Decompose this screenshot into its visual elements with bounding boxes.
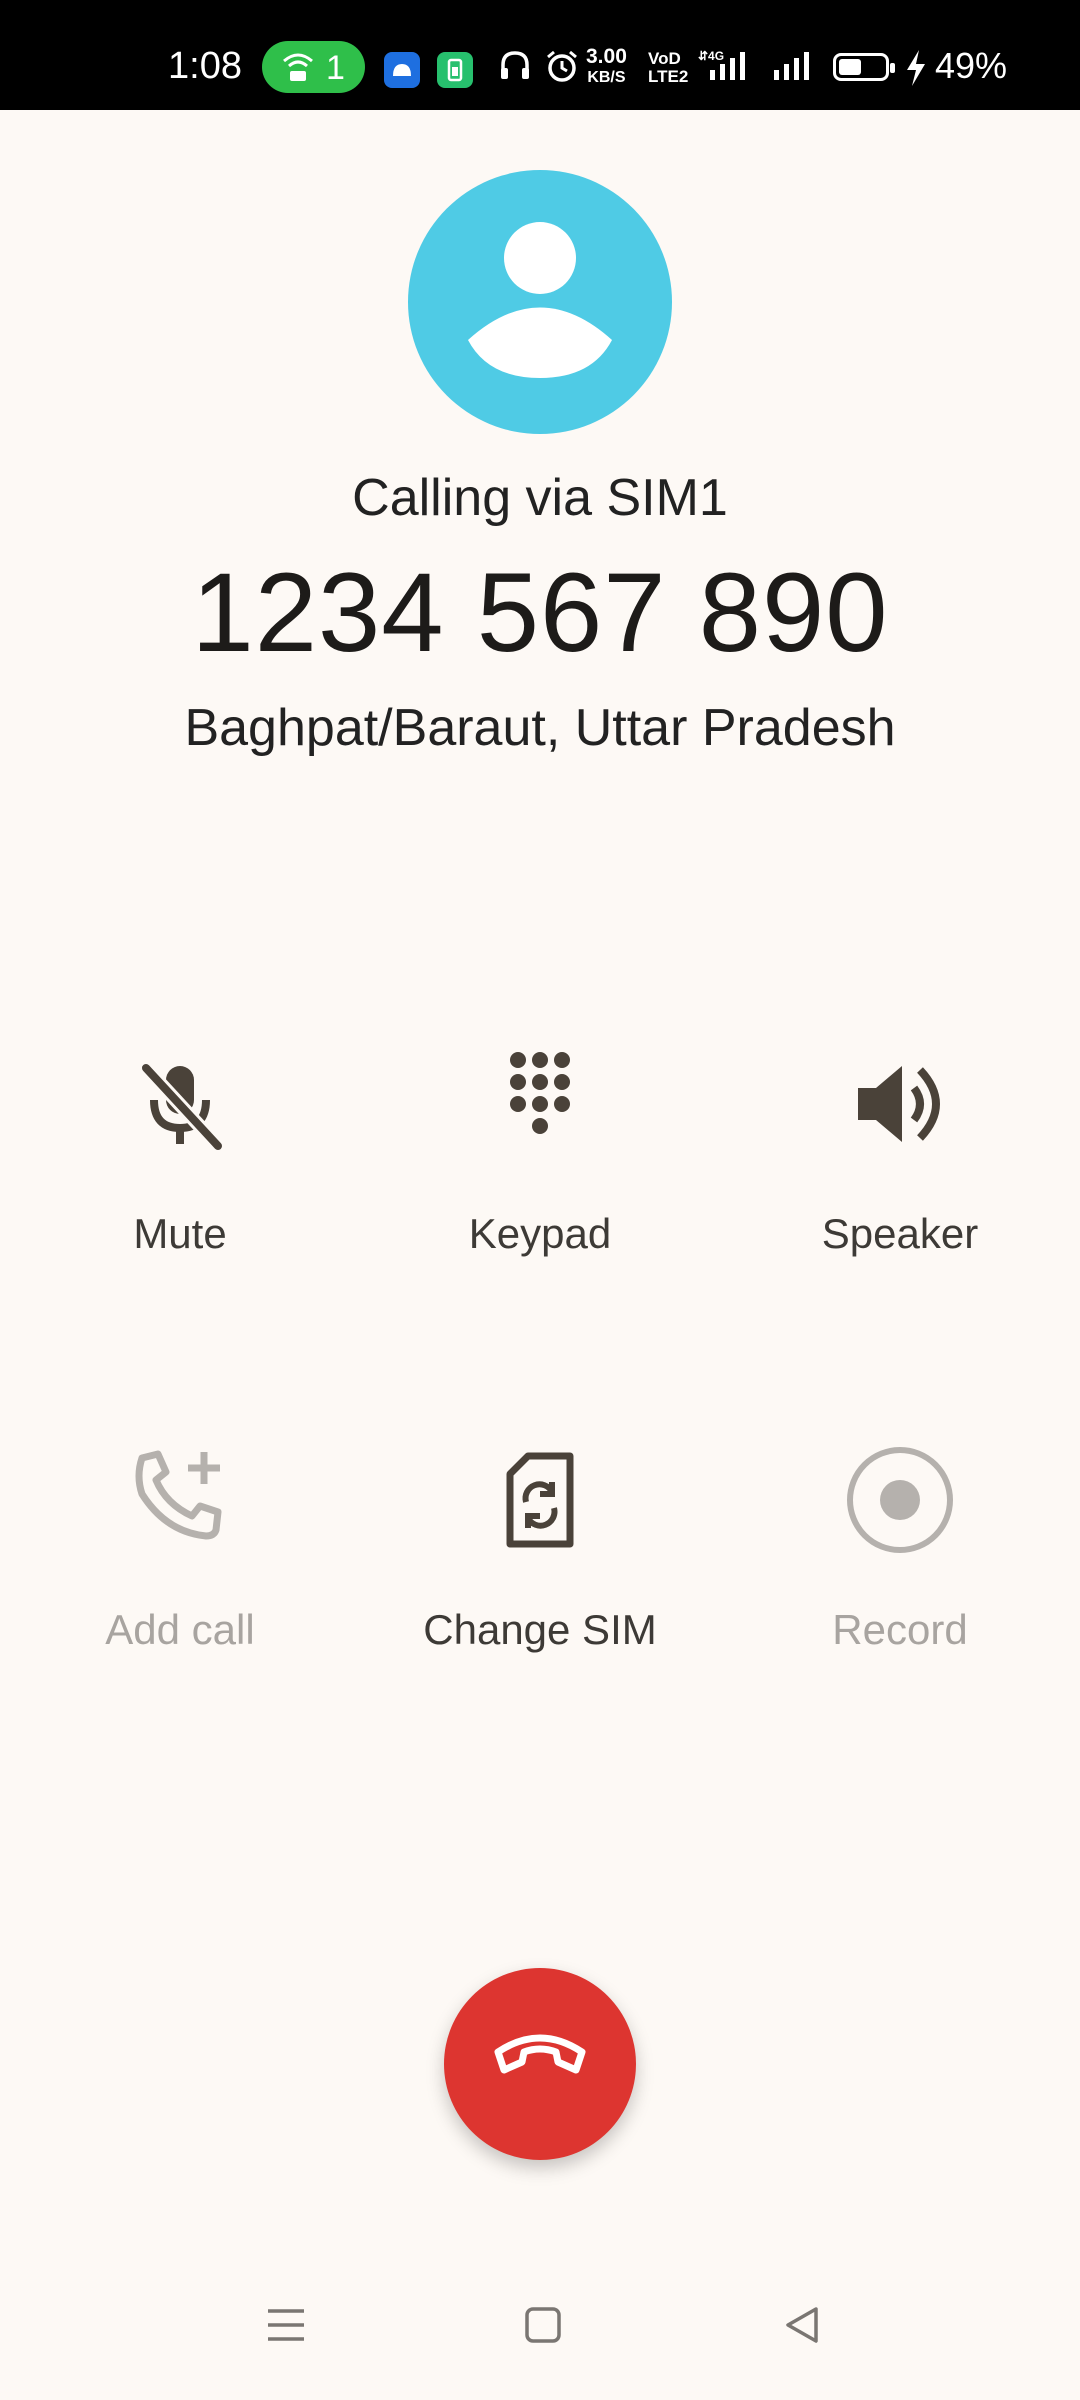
mute-label: Mute <box>133 1210 227 1257</box>
add-call-icon <box>135 1450 222 1540</box>
hang-up-icon <box>494 2034 586 2074</box>
speaker-label: Speaker <box>821 1210 979 1257</box>
speaker-button[interactable]: Speaker <box>750 1044 1050 1258</box>
speaker-icon <box>858 1066 940 1142</box>
mic-off-icon <box>140 1063 224 1151</box>
record-label: Record <box>832 1606 968 1653</box>
keypad-label: Keypad <box>468 1210 612 1257</box>
keypad-button[interactable]: Keypad <box>390 1044 690 1258</box>
back-icon[interactable] <box>782 2305 822 2345</box>
headphones-icon <box>501 51 529 79</box>
home-icon[interactable] <box>523 2305 563 2345</box>
charging-icon <box>907 50 925 86</box>
volte-indicator: VoD LTE2 <box>648 49 689 86</box>
network-speed: 3.00 KB/S <box>586 45 627 86</box>
hotspot-icon <box>283 53 313 81</box>
person-icon <box>468 222 612 378</box>
phone-number: 1234 567 890 <box>191 550 889 675</box>
record-button[interactable]: Record <box>750 1440 1050 1654</box>
android-app-icon <box>384 52 420 88</box>
svg-text:⇵4G: ⇵4G <box>698 49 724 63</box>
status-bar: 1:08 1 3.00 KB/S VoD LTE2 ⇵4G 49% <box>0 0 1080 110</box>
battery-app-icon <box>437 52 473 88</box>
dialpad-icon <box>510 1052 570 1134</box>
status-time: 1:08 <box>168 45 242 87</box>
change-sim-button[interactable]: Change SIM <box>390 1440 690 1654</box>
battery-percent: 49% <box>935 45 1008 86</box>
calling-via-label: Calling via SIM1 <box>352 469 728 527</box>
hotspot-pill[interactable]: 1 <box>262 41 365 93</box>
caller-location: Baghpat/Baraut, Uttar Pradesh <box>184 699 896 757</box>
menu-icon[interactable] <box>266 2305 306 2345</box>
change-sim-label: Change SIM <box>423 1606 657 1653</box>
end-call-button[interactable] <box>444 1968 636 2160</box>
alarm-icon <box>547 50 577 82</box>
contact-avatar <box>408 170 672 434</box>
signal-sim1-icon: ⇵4G <box>698 49 745 80</box>
add-call-label: Add call <box>105 1606 255 1653</box>
record-icon <box>847 1447 953 1553</box>
battery-icon <box>833 53 895 81</box>
mute-button[interactable]: Mute <box>30 1044 330 1258</box>
add-call-button[interactable]: Add call <box>30 1440 330 1654</box>
hotspot-count: 1 <box>326 49 345 87</box>
signal-sim2-icon <box>774 52 809 80</box>
sim-swap-icon <box>506 1452 574 1548</box>
